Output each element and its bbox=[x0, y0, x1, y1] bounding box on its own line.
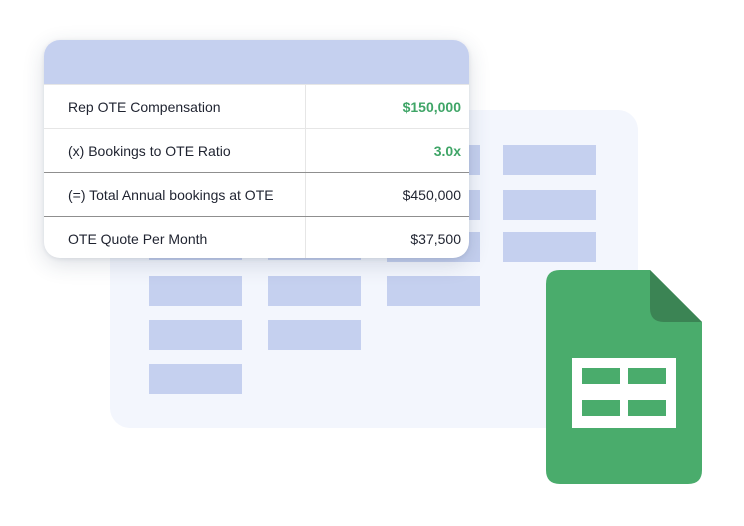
table-row: (x) Bookings to OTE Ratio 3.0x bbox=[44, 128, 469, 172]
sheet-cell bbox=[149, 320, 242, 350]
row-label: OTE Quote Per Month bbox=[68, 230, 208, 247]
sheet-cell bbox=[503, 232, 596, 262]
ote-table-card: Rep OTE Compensation $150,000 (x) Bookin… bbox=[44, 40, 469, 258]
table-row: OTE Quote Per Month $37,500 bbox=[44, 216, 469, 258]
row-value: $37,500 bbox=[305, 217, 469, 258]
table-header bbox=[44, 40, 469, 84]
table-row: Rep OTE Compensation $150,000 bbox=[44, 84, 469, 128]
sheet-cell bbox=[268, 276, 361, 306]
row-label: (x) Bookings to OTE Ratio bbox=[68, 142, 231, 159]
sheet-cell bbox=[149, 276, 242, 306]
row-label: Rep OTE Compensation bbox=[68, 98, 221, 115]
sheet-cell bbox=[503, 190, 596, 220]
sheet-cell bbox=[149, 364, 242, 394]
row-value: 3.0x bbox=[305, 129, 469, 172]
row-value: $150,000 bbox=[305, 85, 469, 128]
row-value: $450,000 bbox=[305, 173, 469, 216]
sheet-cell bbox=[268, 320, 361, 350]
illustration: Rep OTE Compensation $150,000 (x) Bookin… bbox=[0, 0, 744, 526]
sheet-cell bbox=[387, 276, 480, 306]
sheet-cell bbox=[503, 145, 596, 175]
row-label: (=) Total Annual bookings at OTE bbox=[68, 186, 274, 203]
table-row: (=) Total Annual bookings at OTE $450,00… bbox=[44, 172, 469, 216]
spreadsheet-icon bbox=[546, 270, 702, 484]
